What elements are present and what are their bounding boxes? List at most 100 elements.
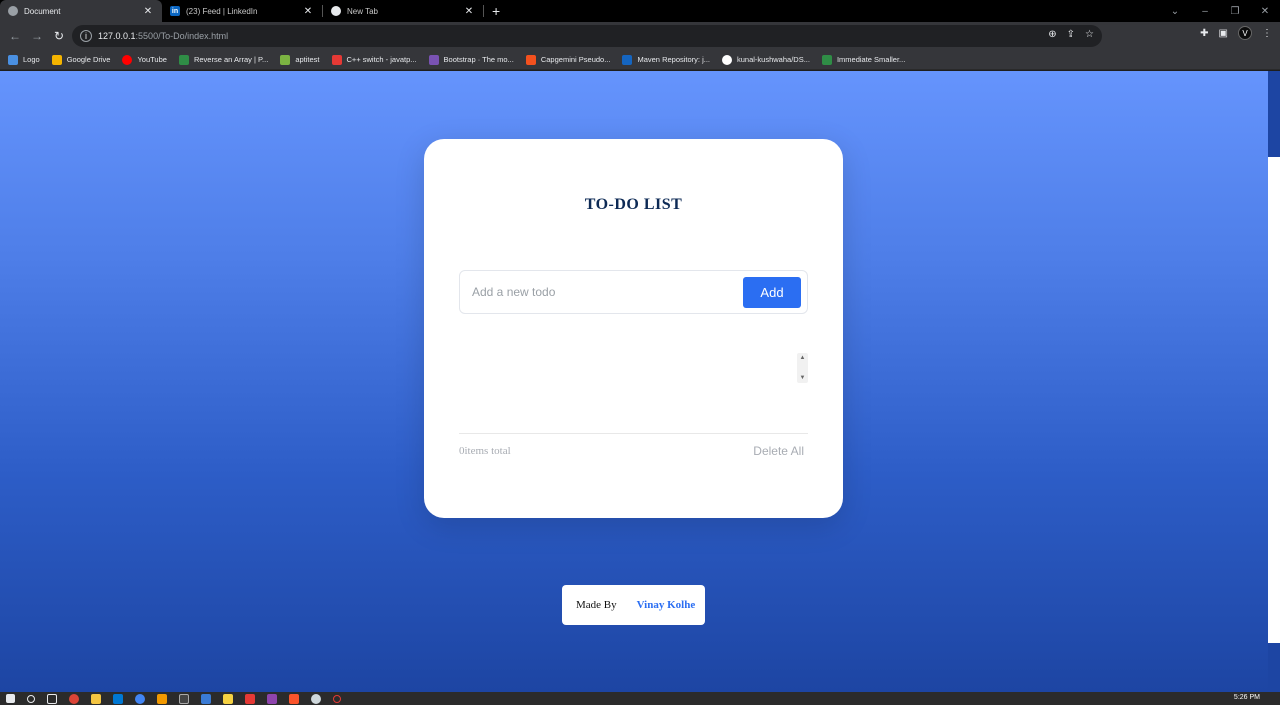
youtube-icon [122,54,133,65]
todo-list: ▲ ▼ [459,353,808,385]
window-controls: ⌄ – ❐ ✕ [1160,0,1280,22]
task-view-icon[interactable] [47,693,57,704]
bookmark-logo[interactable]: Logo [8,54,40,65]
scrollbar-thumb[interactable] [1268,71,1280,157]
brave-icon[interactable] [289,693,299,704]
tab-linkedin[interactable]: in (23) Feed | LinkedIn ✕ [162,0,322,22]
page-viewport: TO-DO LIST Add ▲ ▼ 0items total Delete A… [0,71,1268,692]
url-path: :5500/To-Do/index.html [135,31,229,41]
bookmark-bootstrap[interactable]: Bootstrap · The mo... [428,54,514,65]
address-bar[interactable]: i 127.0.0.1:5500/To-Do/index.html ⊕ ⇪ ☆ [72,25,1102,47]
bookmark-label: Capgemini Pseudo... [540,55,611,64]
maven-icon [622,54,633,65]
file-explorer-icon[interactable] [91,693,101,704]
close-icon[interactable]: ✕ [463,6,475,17]
chrome-taskbar-icon[interactable] [69,693,79,704]
gfg-icon [178,54,189,65]
bookmark-reverse-array[interactable]: Reverse an Array | P... [178,54,269,65]
profile-avatar[interactable]: V [1238,26,1252,40]
tab-divider [483,5,484,17]
browser-toolbar: ← → ↻ i 127.0.0.1:5500/To-Do/index.html … [0,22,1280,50]
tree-icon [280,54,291,65]
sticky-notes-icon[interactable] [223,693,233,704]
scrollbar-track-end [1268,643,1280,692]
windows-start-icon[interactable] [6,694,15,703]
capgemini-icon [525,54,536,65]
todo-input[interactable] [472,279,742,305]
bookmark-cpp-switch[interactable]: C++ switch - javatp... [331,54,417,65]
bookmark-label: Immediate Smaller... [836,55,906,64]
scroll-up-icon[interactable]: ▲ [797,353,808,363]
app-icon[interactable] [311,693,321,704]
list-scrollbar[interactable]: ▲ ▼ [797,353,808,383]
github-icon [722,54,732,65]
tab-document[interactable]: Document ✕ [0,0,162,22]
app-icon[interactable] [157,693,167,704]
bookmarks-bar: Logo Google Drive YouTube Reverse an Arr… [0,50,1280,70]
bookmark-maven[interactable]: Maven Repository: j... [622,54,710,65]
reload-icon[interactable]: ↻ [48,29,70,43]
bootstrap-icon [428,54,439,65]
bookmark-capgemini[interactable]: Capgemini Pseudo... [525,54,611,65]
restore-icon[interactable]: ❐ [1220,6,1250,17]
todo-input-row: Add [459,270,808,314]
url-host: 127.0.0.1 [98,31,136,41]
bookmark-youtube[interactable]: YouTube [122,54,167,65]
bookmark-label: Maven Repository: j... [637,55,710,64]
bookmark-label: Logo [23,55,40,64]
extensions-puzzle-icon[interactable]: ✚ [1200,28,1208,39]
scroll-down-icon[interactable]: ▼ [797,373,808,383]
bookmark-github[interactable]: kunal-kushwaha/DS... [722,54,810,65]
bookmark-aptitest[interactable]: aptitest [280,54,320,65]
add-button[interactable]: Add [743,277,801,308]
tab-title: New Tab [347,6,378,16]
page-scrollbar[interactable] [1268,71,1280,692]
chrome-icon [331,6,341,16]
bookmark-label: Bootstrap · The mo... [443,55,514,64]
close-icon[interactable]: ✕ [302,6,314,17]
bookmark-label: aptitest [295,55,320,64]
javatpoint-icon [331,54,342,65]
menu-kebab-icon[interactable]: ⋮ [1262,28,1272,39]
record-icon[interactable] [333,694,341,703]
bookmark-label: YouTube [137,55,167,64]
bookmark-immediate-smaller[interactable]: Immediate Smaller... [821,54,906,65]
page-title: TO-DO LIST [584,196,683,213]
bookmark-favicon-icon [8,54,18,65]
linkedin-icon: in [170,6,180,16]
search-icon[interactable] [27,694,35,703]
info-icon[interactable]: i [80,30,92,42]
delete-all-button[interactable]: Delete All [753,444,804,458]
app-icon[interactable] [201,693,211,704]
bookmark-google-drive[interactable]: Google Drive [51,54,110,65]
made-by-label: Made By [576,599,617,611]
tab-title: (23) Feed | LinkedIn [186,6,258,16]
app-icon[interactable] [267,693,277,704]
terminal-icon[interactable] [179,693,189,704]
globe-icon [8,6,18,16]
author-link[interactable]: Vinay Kolhe [637,599,696,611]
share-icon[interactable]: ⇪ [1067,29,1075,40]
tab-title: Document [24,6,61,16]
side-panel-icon[interactable]: ▣ [1219,28,1228,39]
new-tab-plus-icon[interactable]: + [492,3,500,19]
taskbar-clock: 5:26 PM [1233,694,1260,701]
omnibox-actions: ⊕ ⇪ ☆ [1048,29,1094,40]
vscode-icon[interactable] [113,693,123,704]
zoom-icon[interactable]: ⊕ [1048,29,1056,40]
close-icon[interactable]: ✕ [142,6,154,17]
bookmark-label: kunal-kushwaha/DS... [737,55,810,64]
bookmark-label: Reverse an Array | P... [193,55,269,64]
made-by-badge: Made By Vinay Kolhe [562,585,705,625]
forward-arrow-icon[interactable]: → [26,29,48,43]
minimize-icon[interactable]: – [1190,6,1220,17]
back-arrow-icon[interactable]: ← [4,29,26,43]
tab-new-tab[interactable]: New Tab ✕ [323,0,483,22]
chrome-taskbar-icon[interactable] [135,693,145,704]
bookmark-label: C++ switch - javatp... [346,55,417,64]
bookmark-star-icon[interactable]: ☆ [1085,29,1094,40]
tab-search-chevron-icon[interactable]: ⌄ [1160,6,1190,17]
windows-taskbar: 5:26 PM [0,692,1280,705]
acrobat-icon[interactable] [245,693,255,704]
window-close-icon[interactable]: ✕ [1250,6,1280,17]
